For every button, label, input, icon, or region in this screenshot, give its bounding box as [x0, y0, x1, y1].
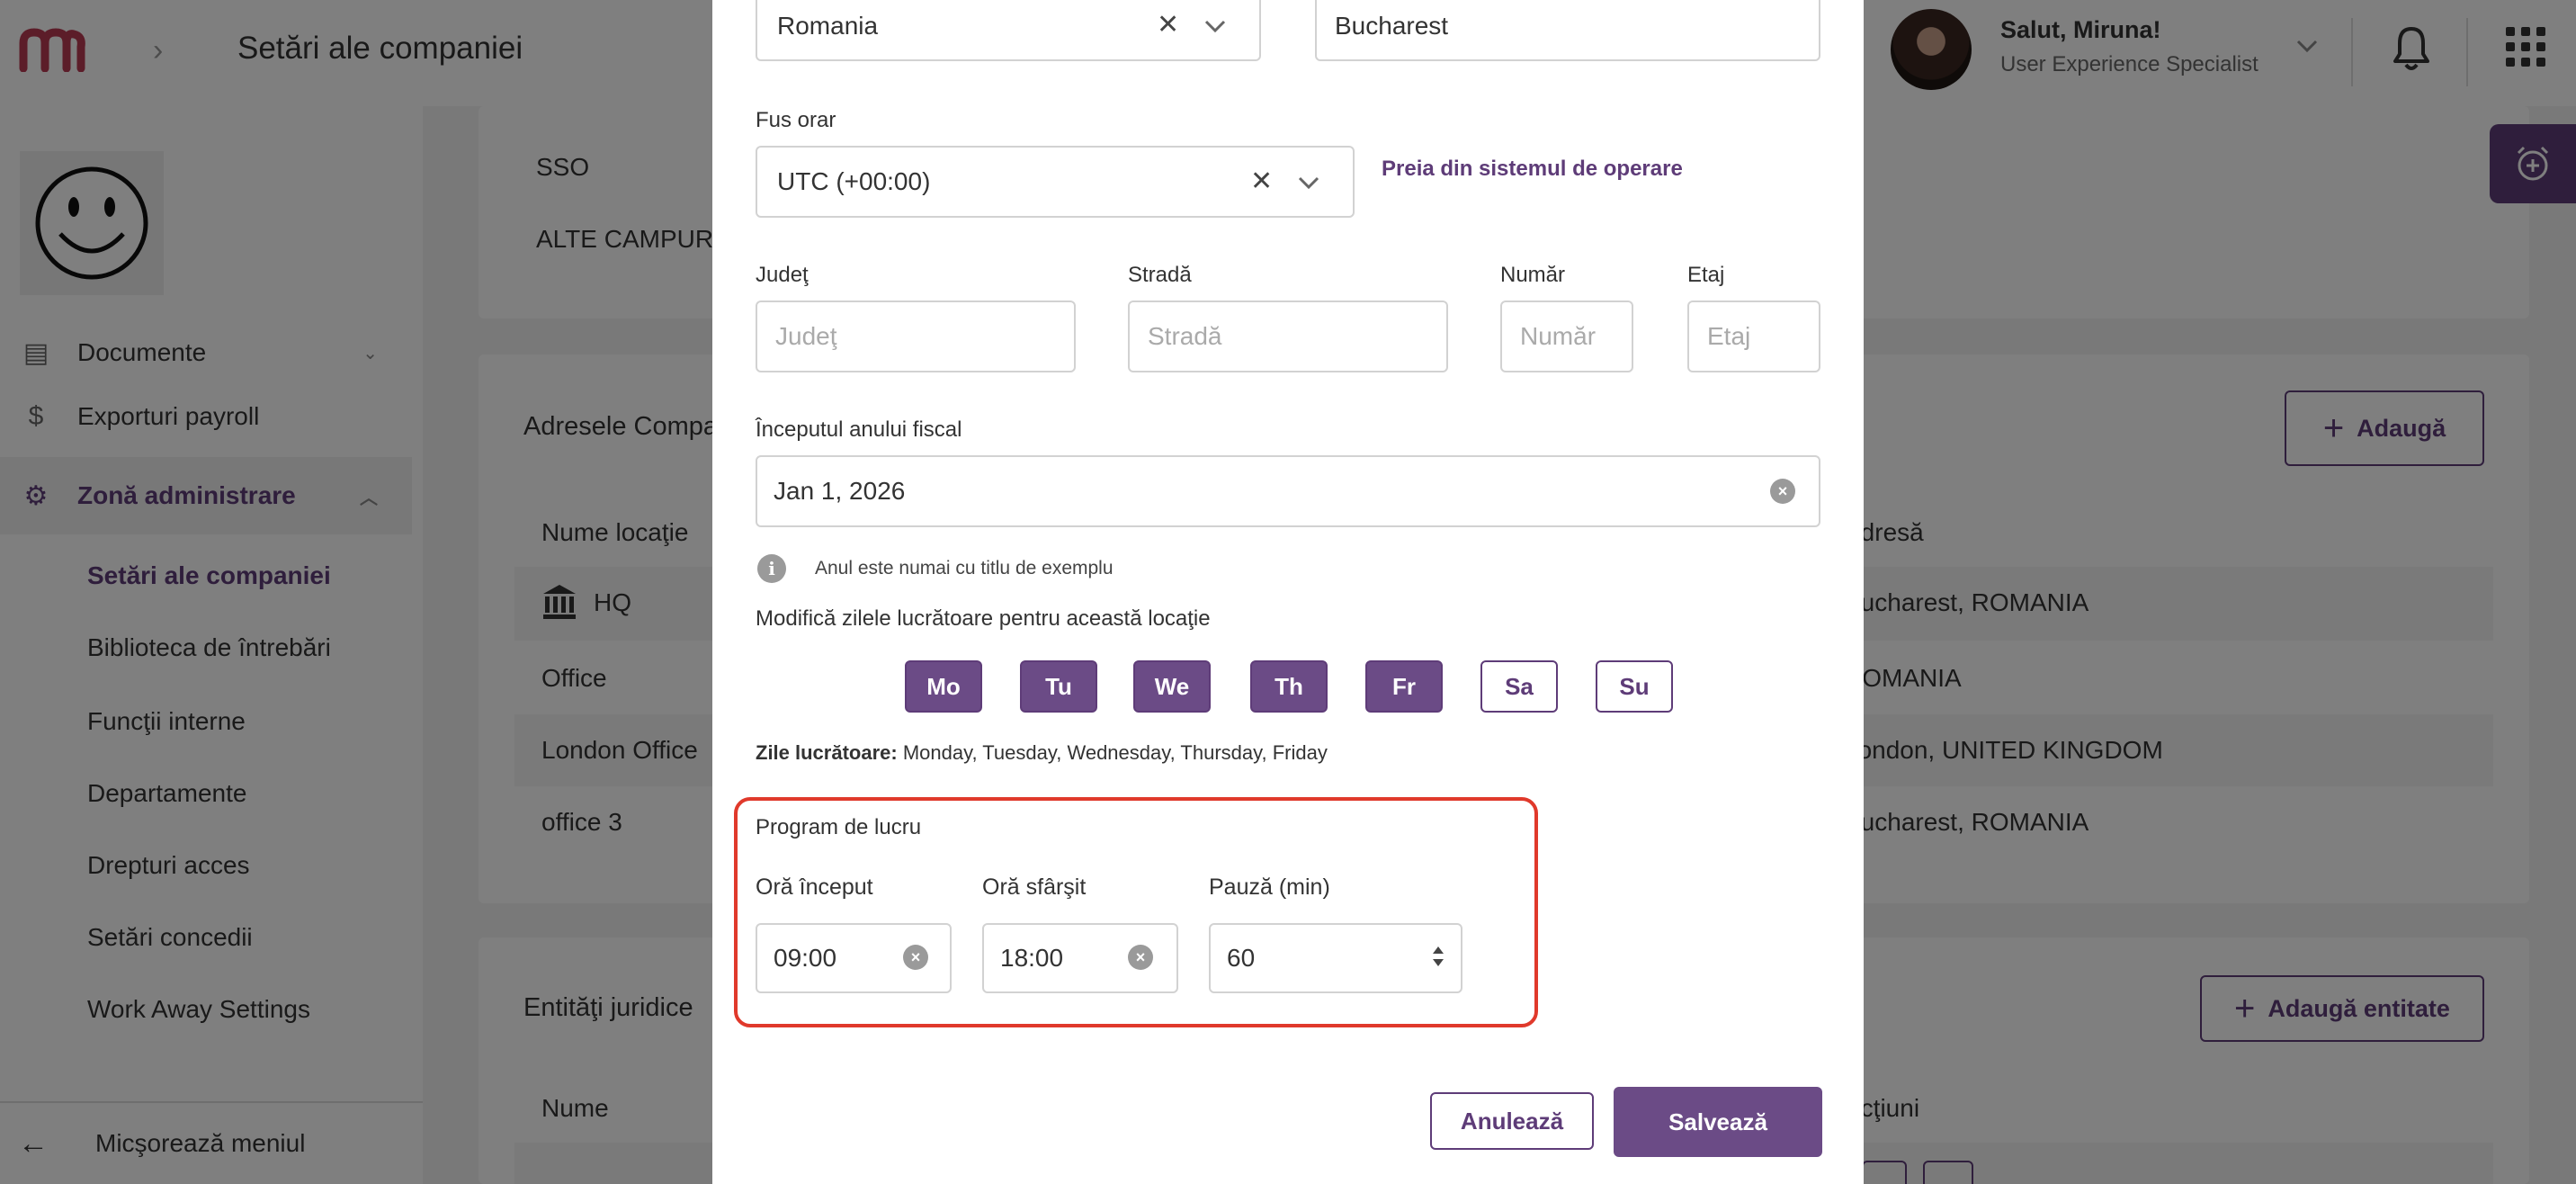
timezone-value: UTC (+00:00) [777, 167, 931, 195]
workdays-summary: Zile lucrătoare: Monday, Tuesday, Wednes… [756, 741, 1328, 765]
save-button[interactable]: Salvează [1614, 1087, 1822, 1157]
end-time-value: 18:00 [1000, 944, 1064, 972]
start-time-label: Oră început [756, 875, 873, 900]
day-toggle-mo[interactable]: Mo [905, 660, 982, 713]
fiscal-year-date-input[interactable]: Jan 1, 2026 [756, 455, 1820, 527]
get-from-os-link[interactable]: Preia din sistemul de operare [1382, 157, 1683, 182]
stepper-icon[interactable] [1430, 941, 1446, 972]
city-input[interactable]: Bucharest [1315, 0, 1820, 61]
floor-input[interactable]: Etaj [1687, 300, 1820, 372]
floor-placeholder: Etaj [1707, 322, 1751, 350]
clear-icon[interactable]: × [1770, 479, 1795, 504]
location-modal: Romania ✕ Bucharest Fus orar UTC (+00:00… [712, 0, 1864, 1184]
chevron-down-icon[interactable] [1295, 169, 1322, 196]
number-placeholder: Număr [1520, 322, 1597, 350]
timezone-label: Fus orar [756, 108, 836, 132]
info-icon: i [757, 554, 786, 583]
day-toggle-su[interactable]: Su [1596, 660, 1673, 713]
cancel-button[interactable]: Anulează [1430, 1092, 1594, 1150]
day-toggle-we[interactable]: We [1133, 660, 1211, 713]
workdays-label: Modifică zilele lucrătoare pentru aceast… [756, 606, 1211, 631]
street-label: Stradă [1128, 263, 1192, 287]
floor-label: Etaj [1687, 263, 1725, 287]
country-select[interactable]: Romania [756, 0, 1261, 61]
workdays-summary-label: Zile lucrătoare: [756, 741, 898, 764]
country-value: Romania [777, 12, 879, 40]
city-value: Bucharest [1335, 12, 1449, 40]
break-label: Pauză (min) [1209, 875, 1330, 900]
chevron-down-icon[interactable] [1202, 13, 1229, 40]
street-input[interactable]: Stradă [1128, 300, 1448, 372]
workdays-summary-value: Monday, Tuesday, Wednesday, Thursday, Fr… [902, 741, 1328, 764]
clear-icon[interactable]: × [1128, 945, 1153, 970]
work-schedule-title: Program de lucru [756, 815, 922, 839]
number-input[interactable]: Număr [1500, 300, 1633, 372]
day-toggle-th[interactable]: Th [1250, 660, 1328, 713]
break-minutes-input[interactable]: 60 [1209, 923, 1462, 993]
street-placeholder: Stradă [1148, 322, 1222, 350]
fiscal-year-hint: Anul este numai cu titlu de exemplu [815, 558, 1114, 579]
start-time-value: 09:00 [774, 944, 837, 972]
county-placeholder: Judeţ [775, 322, 837, 350]
day-toggle-tu[interactable]: Tu [1020, 660, 1097, 713]
county-label: Judeţ [756, 263, 809, 287]
number-label: Număr [1500, 263, 1566, 287]
day-toggle-fr[interactable]: Fr [1365, 660, 1443, 713]
county-input[interactable]: Judeţ [756, 300, 1076, 372]
day-toggle-sa[interactable]: Sa [1480, 660, 1558, 713]
clear-icon[interactable]: ✕ [1250, 166, 1273, 197]
fiscal-year-label: Începutul anului fiscal [756, 417, 962, 442]
fiscal-year-value: Jan 1, 2026 [774, 477, 906, 505]
end-time-label: Oră sfârşit [982, 875, 1087, 900]
break-value: 60 [1227, 944, 1256, 972]
clear-icon[interactable]: × [903, 945, 928, 970]
clear-icon[interactable]: ✕ [1157, 9, 1179, 40]
